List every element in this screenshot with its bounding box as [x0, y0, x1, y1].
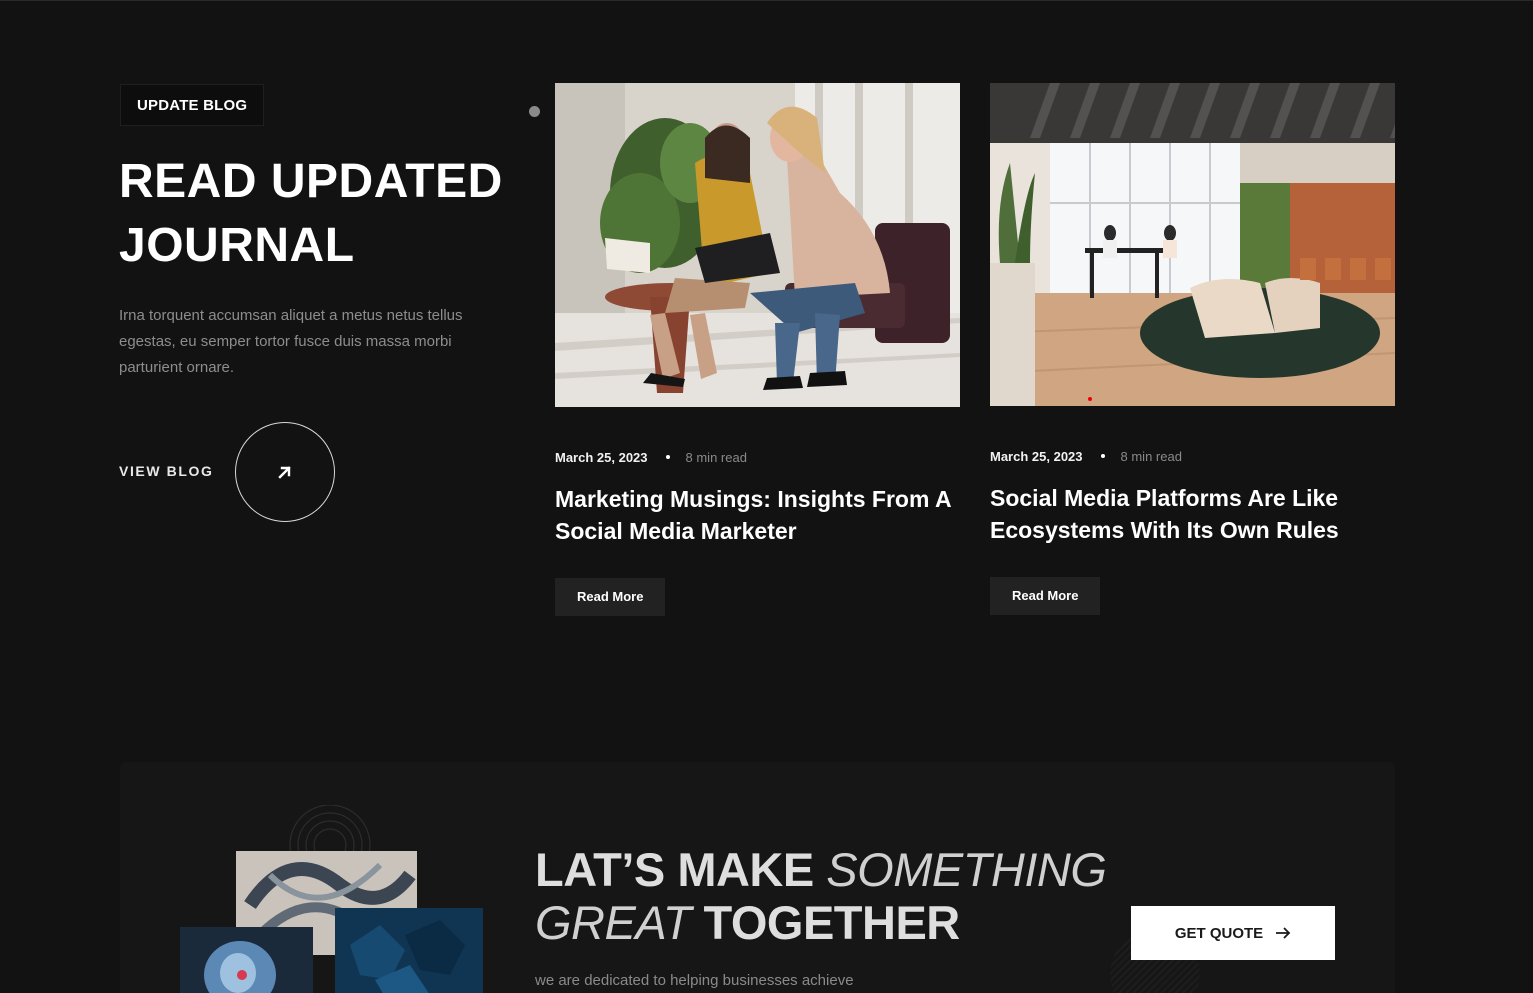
blog-card: March 25, 2023 8 min read Marketing Musi…	[555, 83, 960, 616]
cta-title-bold-1: LAT’S MAKE	[535, 843, 827, 896]
heading-line-1: READ UPDATED	[119, 155, 503, 208]
get-quote-label: GET QUOTE	[1174, 924, 1264, 942]
meta-separator	[665, 455, 670, 459]
cta-title: LAT’S MAKE SOMETHING GREAT TOGETHER	[535, 843, 1135, 949]
heading-line-2: JOURNAL	[119, 219, 355, 272]
blog-card-image[interactable]	[990, 83, 1395, 406]
cta-title-italic-1: SOMETHING	[826, 843, 1107, 896]
arrow-right-icon	[1275, 927, 1291, 939]
blog-card: March 25, 2023 8 min read Social Media P…	[990, 83, 1395, 615]
get-quote-button[interactable]: GET QUOTE	[1131, 906, 1335, 960]
post-meta: March 25, 2023 8 min read	[990, 446, 1395, 466]
top-divider	[0, 0, 1533, 1]
abstract-art-collage	[180, 804, 483, 993]
section-description: Irna torquent accumsan aliquet a metus n…	[119, 307, 463, 376]
section-heading: READ UPDATED JOURNAL	[119, 150, 539, 278]
office-meeting-photo	[555, 83, 960, 407]
arrow-up-right-icon	[278, 466, 291, 479]
cta-image-collage	[180, 804, 490, 993]
post-date: March 25, 2023	[990, 448, 1083, 464]
section-tag: UPDATE BLOG	[120, 84, 265, 126]
view-blog-link[interactable]: VIEW BLOG	[119, 463, 214, 479]
post-title[interactable]: Marketing Musings: Insights From A Socia…	[555, 483, 955, 547]
page: UPDATE BLOG READ UPDATED JOURNAL Irna to…	[0, 0, 1533, 993]
post-read-time: 8 min read	[1120, 448, 1182, 464]
slider-dot[interactable]	[529, 106, 540, 117]
read-more-button[interactable]: Read More	[555, 578, 666, 616]
blog-card-image[interactable]	[555, 83, 960, 407]
post-meta: March 25, 2023 8 min read	[555, 447, 960, 467]
meta-separator	[1100, 454, 1105, 458]
post-title[interactable]: Social Media Platforms Are Like Ecosyste…	[990, 482, 1390, 546]
view-blog-button[interactable]	[235, 422, 335, 522]
office-lounge-photo	[990, 83, 1395, 406]
cta-subtitle: we are dedicated to helping businesses a…	[535, 972, 854, 989]
post-read-time: 8 min read	[685, 449, 747, 465]
post-date: March 25, 2023	[555, 449, 648, 465]
read-more-button[interactable]: Read More	[990, 577, 1101, 615]
cta-title-italic-2: GREAT	[535, 896, 704, 949]
cta-title-bold-2: TOGETHER	[703, 896, 960, 949]
